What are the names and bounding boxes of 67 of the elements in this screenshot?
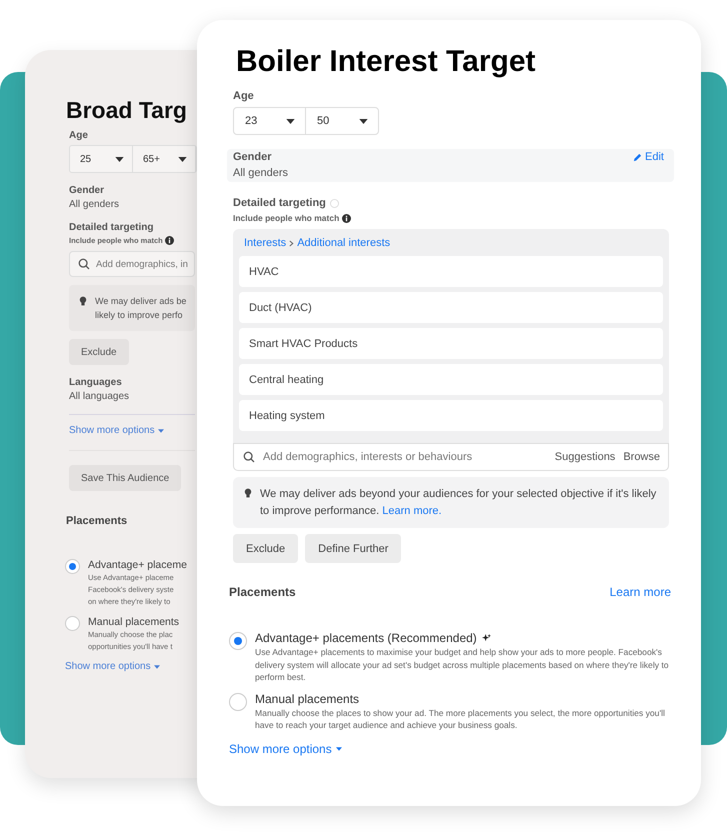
radio-button[interactable] (65, 616, 80, 631)
search-action-link[interactable]: Suggestions (554, 451, 616, 463)
field-label: Age (233, 90, 255, 102)
card-title: Boiler Interest Target (236, 44, 537, 80)
interest-item[interactable]: Duct (HVAC) (239, 292, 663, 323)
select-value: 23 (245, 115, 258, 127)
breadcrumb-link[interactable]: Interests (244, 237, 286, 249)
age-min-select[interactable]: 25 (70, 146, 133, 172)
lightbulb-icon (244, 488, 252, 498)
interest-item[interactable]: Smart HVAC Products (239, 328, 663, 359)
option-label: Manual placements (255, 692, 360, 706)
breadcrumb-link[interactable]: Additional interests (297, 237, 390, 249)
note-text: likely to improve perfo (95, 309, 184, 322)
learn-more-link[interactable]: Learn more (610, 585, 671, 599)
card-title: Broad Targ (66, 96, 188, 125)
field-value: All genders (69, 199, 120, 210)
field-label: Age (69, 130, 89, 141)
caret-icon (158, 428, 164, 432)
select-value: 50 (317, 115, 330, 127)
option-label: Advantage+ placeme (88, 559, 187, 572)
chevron-icon (289, 240, 294, 246)
age-range-select[interactable]: 23 50 (233, 107, 379, 135)
show-more-link[interactable]: Show more options (229, 742, 332, 756)
search-field[interactable]: Add demographics, in (69, 251, 195, 277)
section-title: Placements (66, 515, 128, 527)
option-label: Advantage+ placements (Recommended) (255, 631, 477, 645)
interest-item[interactable]: HVAC (239, 256, 663, 287)
field-value: All genders (233, 167, 290, 179)
edit-link[interactable]: Edit (633, 151, 664, 163)
action-button[interactable]: Define Further (305, 534, 402, 563)
action-button[interactable]: Exclude (233, 534, 298, 563)
learn-more-link[interactable]: Learn more. (382, 505, 442, 517)
hint-text: Include people who match (233, 213, 340, 223)
field-label: Detailed targeting (233, 197, 326, 209)
caret-icon (359, 118, 368, 124)
note-text: We may deliver ads beyond your audiences for your selected objective if it's likely to improve performance. Learn more. (260, 487, 657, 519)
search-icon (78, 258, 90, 270)
age-max-select[interactable]: 65+ (133, 146, 196, 172)
field-label: Detailed targeting (69, 222, 154, 233)
lightbulb-icon (79, 296, 87, 306)
search-icon (243, 451, 255, 463)
radio-button[interactable] (65, 559, 80, 574)
search-action-link[interactable]: Browse (623, 451, 660, 463)
pencil-icon (633, 152, 642, 162)
interest-item[interactable]: Central heating (239, 364, 663, 395)
section-title: Placements (229, 585, 296, 599)
info-icon (164, 236, 174, 245)
info-icon (342, 214, 352, 222)
info-icon (330, 198, 339, 208)
radio-button[interactable] (229, 632, 247, 650)
option-description: Use Advantage+ placements to maximise your budget and help show your ads to more people. Facebook's delivery system will allocate your ad set's budget across multiple placements based on where they're likely to perform best. (255, 646, 670, 684)
field-label: Gender (233, 151, 272, 163)
caret-icon (115, 156, 124, 162)
option-description: Manually choose the places to show your ad. The more placements you select, the more opportunities you'll have to reach your target audience and achieve your business goals. (255, 706, 666, 732)
field-label: Languages (69, 377, 123, 388)
option-label: Manual placements (88, 616, 180, 629)
search-field[interactable]: Add demographics, interests or behaviours Suggestions Browse (233, 443, 669, 471)
field-label: Gender (69, 185, 106, 196)
field-value: All languages (69, 391, 130, 402)
caret-icon (286, 118, 295, 124)
interest-item[interactable]: Heating system (239, 400, 663, 431)
caret-icon (178, 156, 187, 162)
caret-icon (154, 664, 160, 668)
note-text: We may deliver ads be (95, 295, 186, 308)
radio-button[interactable] (229, 692, 247, 710)
exclude-button[interactable]: Exclude (69, 339, 129, 365)
save-audience-button[interactable]: Save This Audience (69, 465, 182, 491)
